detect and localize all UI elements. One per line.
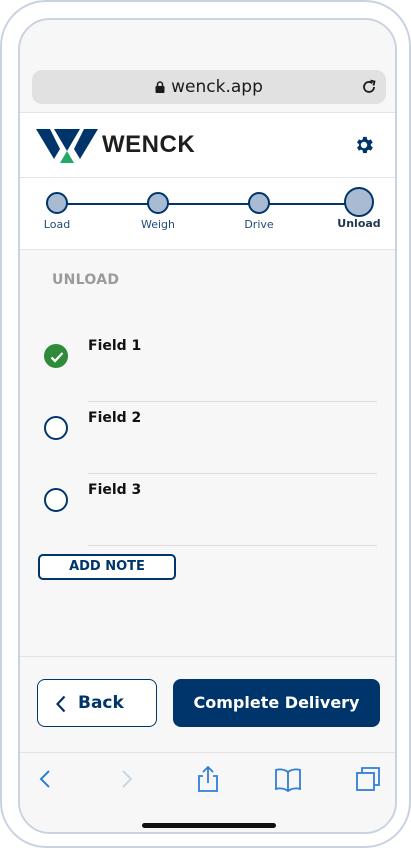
share-icon[interactable] [194,765,222,793]
reload-icon[interactable] [360,78,378,96]
field-label: Field 2 [88,410,142,426]
field-item-3[interactable]: Field 3 [20,474,395,546]
url-bar[interactable]: wenck.app [32,70,386,104]
step-label: Load [43,218,71,231]
progress-stepper: Load Weigh Drive Unload [20,178,395,250]
browser-toolbar [20,752,395,832]
step-weigh[interactable]: Weigh [123,191,193,231]
main-content: UNLOAD Field 1 Field 2 Field 3 ADD NOTE [20,250,395,656]
back-label: Back [78,693,124,713]
tabs-icon[interactable] [354,765,382,793]
url-text: wenck.app [171,77,263,97]
wenck-logo-icon [36,129,98,163]
browser-forward-icon[interactable] [112,765,140,793]
field-item-2[interactable]: Field 2 [20,402,395,474]
url-display: wenck.app [32,70,386,104]
browser-top-bar: wenck.app [20,20,395,112]
home-indicator [142,823,276,828]
brand-name: WENCK [102,131,196,158]
app-header: WENCK [20,112,395,178]
empty-checkbox[interactable] [44,416,68,440]
step-dot [344,187,374,217]
gear-icon[interactable] [353,134,375,156]
step-drive[interactable]: Drive [224,191,294,231]
divider [88,545,377,546]
step-dot [147,192,169,214]
step-label: Unload [337,217,381,230]
completed-checkbox[interactable] [44,344,68,368]
action-footer: Back Complete Delivery [20,656,395,752]
stepper-line [57,203,359,205]
field-label: Field 3 [88,482,142,498]
check-icon [50,352,64,363]
screen: wenck.app WENCK Load Weigh Drive Unload … [18,18,397,834]
lock-icon [155,81,165,93]
field-label: Field 1 [88,338,142,354]
step-load[interactable]: Load [22,191,92,231]
step-label: Drive [244,218,274,231]
phone-frame: wenck.app WENCK Load Weigh Drive Unload … [0,0,411,848]
browser-back-icon[interactable] [32,765,60,793]
complete-delivery-button[interactable]: Complete Delivery [173,679,380,727]
chevron-left-icon [56,695,66,713]
empty-checkbox[interactable] [44,488,68,512]
field-item-1[interactable]: Field 1 [20,330,395,402]
step-label: Weigh [140,218,175,231]
step-dot [46,192,68,214]
back-button[interactable]: Back [37,679,157,727]
bookmarks-icon[interactable] [274,765,302,793]
add-note-button[interactable]: ADD NOTE [38,554,176,580]
step-dot [248,192,270,214]
section-title: UNLOAD [52,272,120,288]
step-unload[interactable]: Unload [324,187,394,230]
